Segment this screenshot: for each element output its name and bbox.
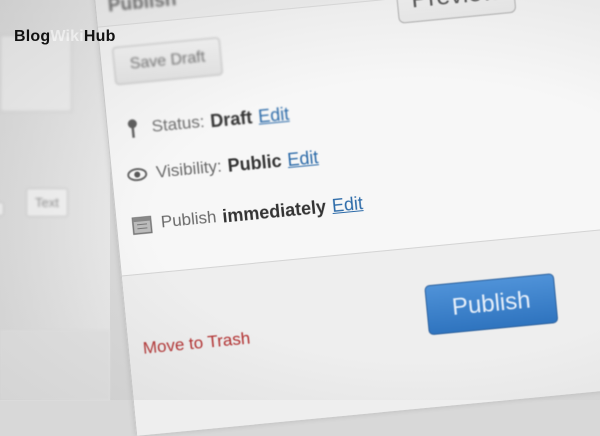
left-pane: Text [0,0,110,400]
publish-panel-header: Publish [93,0,600,28]
visibility-row: Visibility: Public Edit [125,146,319,186]
major-publishing-actions: Move to Trash Publish [121,223,600,436]
left-pane-bottom [0,330,110,400]
status-label: Status: [150,111,206,136]
schedule-value: immediately [221,196,327,227]
status-row: Status: Draft Edit [121,103,290,141]
schedule-label: Publish [159,207,218,232]
calendar-icon [130,212,154,236]
save-draft-button[interactable]: Save Draft [111,37,224,86]
watermark-part-wiki: Wiki [50,28,84,45]
preview-button[interactable]: Preview [394,0,517,24]
watermark-part-hub: Hub [83,28,116,45]
visibility-value: Public [226,150,283,176]
left-button-1[interactable] [0,202,4,216]
schedule-row: Publish immediately Edit [130,192,364,236]
status-value: Draft [209,106,254,131]
publish-panel: Publish Preview Save Draft Status: Draft… [92,0,600,436]
text-tab-button[interactable]: Text [26,188,68,217]
left-box [0,35,72,112]
watermark-logo: BlogWikiHub [14,28,116,46]
visibility-label: Visibility: [155,156,223,182]
status-edit-link[interactable]: Edit [257,103,290,127]
watermark-part-blog: Blog [14,28,51,45]
publish-button[interactable]: Publish [424,273,559,336]
visibility-edit-link[interactable]: Edit [286,147,319,171]
publish-panel-title: Publish [106,0,178,17]
eye-icon [125,163,149,187]
move-to-trash-link[interactable]: Move to Trash [142,329,251,359]
key-icon [121,117,145,141]
schedule-edit-link[interactable]: Edit [331,193,364,217]
